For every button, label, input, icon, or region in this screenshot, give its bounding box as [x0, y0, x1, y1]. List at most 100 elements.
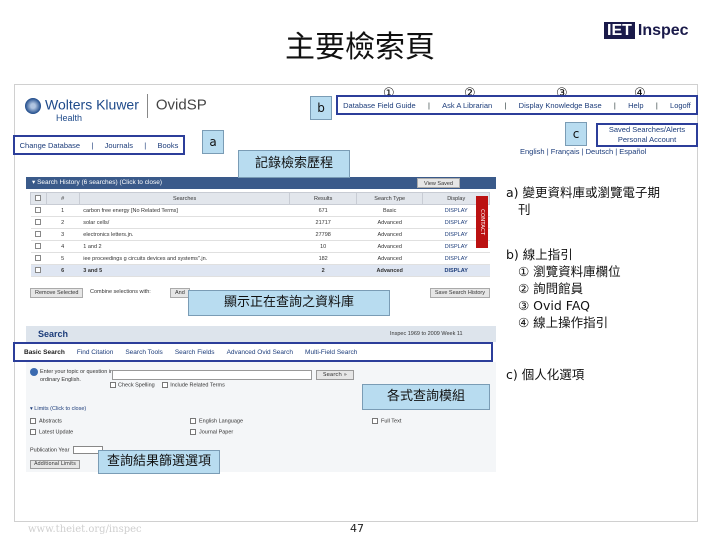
saved-links: Saved Searches/Alerts Personal Account: [597, 124, 697, 146]
history-row: 2 solar cells/21717 Advanced DISPLAY: [30, 216, 490, 229]
row-type: Advanced: [356, 240, 423, 253]
combine-label: Combine selections with:: [90, 289, 151, 295]
row-results: 182: [289, 252, 357, 265]
row-checkbox[interactable]: [35, 230, 42, 237]
lang-english[interactable]: English: [520, 147, 545, 156]
row-number: 3: [46, 228, 80, 241]
check-spelling-label: Check Spelling: [118, 382, 155, 389]
additional-limits-button[interactable]: Additional Limits: [30, 460, 80, 469]
limit-checkbox[interactable]: [190, 418, 196, 424]
tab-search-tools[interactable]: Search Tools: [125, 349, 162, 356]
row-number: 1: [46, 204, 80, 217]
callout-history: 記錄檢索歷程: [238, 150, 350, 178]
iet-mark: IET: [604, 22, 635, 39]
row-type: Advanced: [356, 264, 423, 277]
wolters-kluwer-logo: Wolters Kluwer OvidSP: [25, 94, 207, 118]
col-number: #: [45, 192, 80, 205]
link-saved-searches[interactable]: Saved Searches/Alerts: [597, 125, 697, 135]
check-spelling-checkbox[interactable]: [110, 382, 116, 388]
limit-full-text[interactable]: Full Text: [372, 418, 401, 424]
nav-journals[interactable]: Journals: [105, 141, 133, 150]
save-history-button[interactable]: Save Search History: [429, 288, 490, 298]
row-results: 671: [289, 204, 357, 217]
row-search: 1 and 2: [79, 240, 290, 253]
row-type: Advanced: [356, 228, 423, 241]
search-history-header[interactable]: ▾ Search History (6 searches) (Click to …: [26, 177, 496, 189]
combine-and-button[interactable]: And: [170, 288, 190, 298]
limit-latest-update[interactable]: Latest Update: [30, 429, 73, 435]
nav-help[interactable]: Help: [628, 101, 643, 110]
view-saved-button[interactable]: View Saved: [417, 178, 460, 188]
limit-label: Full Text: [381, 418, 402, 425]
database-coverage: Inspec 1969 to 2009 Week 11: [390, 331, 463, 337]
nav-database-field-guide[interactable]: Database Field Guide: [343, 101, 416, 110]
row-checkbox[interactable]: [35, 218, 42, 225]
lang-espanol[interactable]: Español: [619, 147, 646, 156]
contact-tab[interactable]: CONTACT: [476, 196, 488, 248]
row-search: 3 and 5: [79, 264, 290, 277]
note-b-title: b) 線上指引: [506, 247, 573, 262]
select-all-checkbox[interactable]: [35, 194, 42, 201]
limit-label: Abstracts: [39, 418, 62, 425]
limit-journal-paper[interactable]: Journal Paper: [190, 429, 233, 435]
nav-books[interactable]: Books: [158, 141, 179, 150]
search-tabs: Basic Search Find Citation Search Tools …: [14, 343, 492, 361]
remove-selected-button[interactable]: Remove Selected: [30, 288, 84, 298]
limit-checkbox[interactable]: [30, 418, 36, 424]
row-type: Advanced: [356, 216, 423, 229]
limit-english-language[interactable]: English Language: [190, 418, 243, 424]
note-a-line1: a) 變更資料庫或瀏覽電子期: [506, 185, 661, 200]
nav-logoff[interactable]: Logoff: [670, 101, 691, 110]
note-b-item: ② 詢問館員: [518, 281, 584, 296]
row-display-link[interactable]: DISPLAY: [422, 264, 490, 277]
limit-checkbox[interactable]: [30, 429, 36, 435]
lang-francais[interactable]: Français: [551, 147, 580, 156]
note-b-item: ③ Ovid FAQ: [518, 298, 591, 313]
limits-header[interactable]: ▾ Limits (Click to close): [30, 406, 86, 412]
search-button[interactable]: Search »: [316, 370, 354, 380]
row-search: electronics letters.jn.: [79, 228, 290, 241]
limit-checkbox[interactable]: [372, 418, 378, 424]
callout-limits: 查詢結果篩選選項: [98, 450, 220, 474]
search-history-table: # Searches Results Search Type Display 1…: [30, 192, 490, 277]
wk-logo-icon: [25, 98, 41, 114]
language-links: English | Français | Deutsch | Español: [520, 147, 647, 156]
note-b: b) 線上指引 ① 瀏覽資料庫欄位 ② 詢問館員 ③ Ovid FAQ ④ 線上…: [506, 246, 621, 331]
history-row: 3 electronics letters.jn. 27798 Advanced DIS…: [30, 228, 490, 241]
row-checkbox[interactable]: [35, 242, 42, 249]
search-input[interactable]: [112, 370, 312, 380]
ovidsp-logo-text: OvidSP: [155, 96, 207, 114]
note-c: c) 個人化選項: [506, 367, 585, 382]
row-checkbox[interactable]: [35, 254, 42, 261]
history-row: 1 carbon free energy [No Related Terms] 67…: [30, 204, 490, 217]
page-number: 47: [350, 522, 364, 535]
tab-basic-search[interactable]: Basic Search: [24, 349, 65, 356]
logo-divider: [146, 94, 148, 118]
tab-find-citation[interactable]: Find Citation: [77, 349, 114, 356]
nav-display-knowledge-base[interactable]: Display Knowledge Base: [519, 101, 602, 110]
limit-label: English Language: [199, 418, 244, 425]
limit-abstracts[interactable]: Abstracts: [30, 418, 62, 424]
limit-checkbox[interactable]: [190, 429, 196, 435]
row-type: Advanced: [356, 252, 423, 265]
pub-year-label: Publication Year: [30, 447, 70, 454]
nav-ask-a-librarian[interactable]: Ask A Librarian: [442, 101, 492, 110]
row-checkbox[interactable]: [35, 266, 42, 273]
row-results: 21717: [289, 216, 357, 229]
link-personal-account[interactable]: Personal Account: [597, 135, 697, 145]
row-number: 6: [46, 264, 80, 277]
row-checkbox[interactable]: [35, 206, 42, 213]
nav-change-database[interactable]: Change Database: [20, 141, 80, 150]
related-terms-checkbox[interactable]: [162, 382, 169, 388]
history-note: (6 searches) (Click to close): [81, 179, 163, 186]
lang-deutsch[interactable]: Deutsch: [586, 147, 614, 156]
history-row: 41 and 2 10 Advanced DISPLAY: [30, 240, 490, 253]
row-display-link[interactable]: DISPLAY: [422, 252, 490, 265]
tab-multi-field-search[interactable]: Multi-Field Search: [305, 349, 357, 356]
iet-inspec-logo: IET Inspec: [604, 22, 689, 40]
inspec-mark: Inspec: [637, 22, 689, 39]
callout-a: a: [202, 130, 224, 154]
tab-advanced-ovid-search[interactable]: Advanced Ovid Search: [227, 349, 293, 356]
col-results: Results: [289, 192, 357, 205]
tab-search-fields[interactable]: Search Fields: [175, 349, 215, 356]
